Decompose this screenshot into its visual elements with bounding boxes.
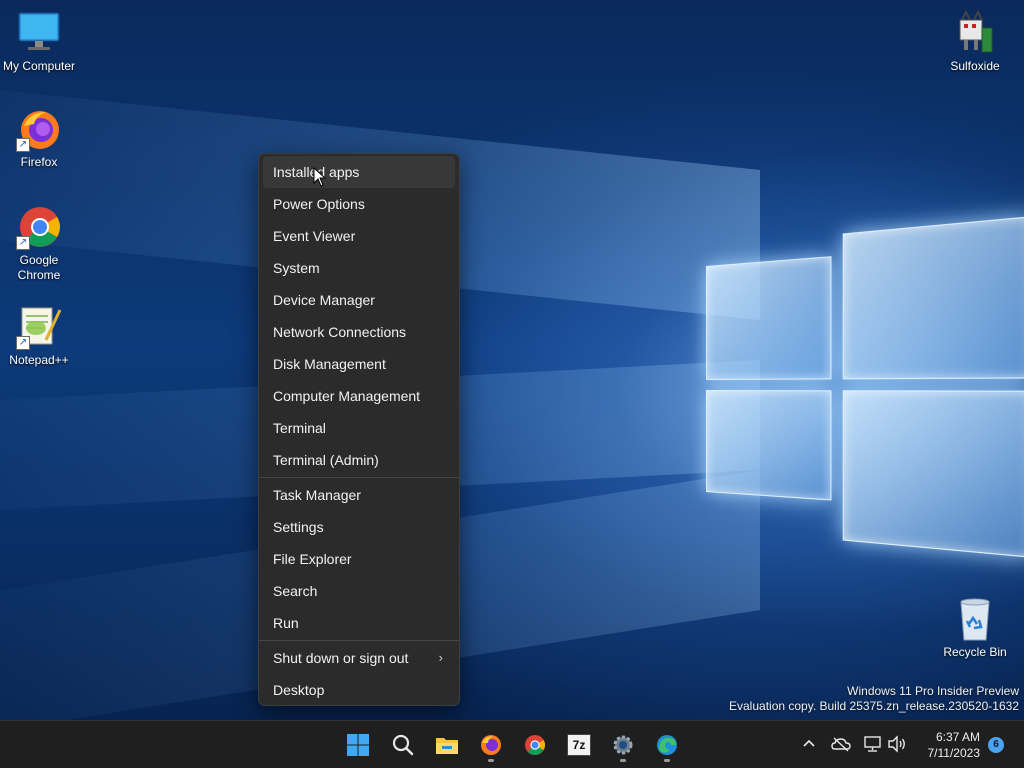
desktop-icon-label: Recycle Bin — [943, 645, 1007, 659]
menu-item-task-manager[interactable]: Task Manager — [263, 479, 455, 511]
taskbar-settings[interactable] — [605, 727, 641, 763]
menu-item-power-options[interactable]: Power Options — [263, 188, 455, 220]
taskbar-7zip[interactable]: 7z — [561, 727, 597, 763]
desktop-icon-sulfoxide[interactable]: Sulfoxide — [936, 9, 1014, 74]
desktop-icon-label: Google Chrome — [17, 253, 61, 282]
taskbar-edge[interactable] — [649, 727, 685, 763]
taskbar-chrome[interactable] — [517, 727, 553, 763]
show-hidden-icons-chevron-up-icon[interactable] — [798, 733, 820, 755]
menu-item-installed-apps[interactable]: Installed apps — [263, 156, 455, 188]
desktop-icon-label: Firefox — [20, 155, 58, 169]
menu-item-shut-down-or-sign-out[interactable]: Shut down or sign out › — [263, 642, 455, 674]
notification-count-badge[interactable]: 6 — [988, 737, 1004, 753]
wallpaper-windows-logo — [706, 215, 1024, 559]
settings-icon — [613, 735, 633, 755]
menu-separator — [259, 477, 459, 478]
volume-icon[interactable] — [886, 733, 908, 755]
recycle-bin-icon — [952, 596, 998, 642]
taskbar-search-button[interactable] — [385, 727, 421, 763]
menu-item-search[interactable]: Search — [263, 575, 455, 607]
desktop-icon-label: Sulfoxide — [950, 59, 1000, 73]
start-button[interactable] — [340, 727, 376, 763]
clock-time: 6:37 AM — [935, 730, 980, 744]
menu-item-run[interactable]: Run — [263, 607, 455, 639]
search-icon — [392, 734, 414, 756]
chrome-icon: ↗ — [16, 204, 62, 250]
menu-item-label: Shut down or sign out — [273, 650, 409, 666]
menu-item-file-explorer[interactable]: File Explorer — [263, 543, 455, 575]
desktop-icon-recycle-bin[interactable]: Recycle Bin — [936, 596, 1014, 660]
chrome-icon — [525, 735, 545, 755]
desktop-icon-label: Notepad++ — [9, 353, 69, 367]
taskbar-file-explorer[interactable] — [429, 727, 465, 763]
evaluation-watermark: Windows 11 Pro Insider Preview Evaluatio… — [729, 684, 1019, 714]
winx-context-menu: Installed apps Power Options Event Viewe… — [258, 153, 460, 706]
shortcut-arrow-icon: ↗ — [16, 138, 30, 152]
menu-item-disk-management[interactable]: Disk Management — [263, 348, 455, 380]
taskbar-clock[interactable]: 6:37 AM 7/11/2023 — [916, 729, 981, 761]
desktop-icon-firefox[interactable]: ↗ Firefox — [0, 106, 78, 170]
menu-item-terminal[interactable]: Terminal — [263, 412, 455, 444]
edge-icon — [657, 735, 677, 755]
desktop-icon-label: My Computer — [2, 59, 76, 73]
7zip-icon: 7z — [567, 734, 591, 756]
desktop-icon-my-computer[interactable]: My Computer — [0, 10, 78, 74]
menu-item-computer-management[interactable]: Computer Management — [263, 380, 455, 412]
menu-item-desktop[interactable]: Desktop — [263, 674, 455, 706]
menu-item-event-viewer[interactable]: Event Viewer — [263, 220, 455, 252]
menu-separator — [259, 640, 459, 641]
sulfoxide-icon — [952, 9, 998, 56]
desktop-icon-notepad-plus-plus[interactable]: ↗ Notepad++ — [0, 304, 78, 368]
taskbar-firefox[interactable] — [473, 727, 509, 763]
menu-item-network-connections[interactable]: Network Connections — [263, 316, 455, 348]
notepadpp-icon: ↗ — [16, 304, 62, 350]
running-indicator — [620, 759, 626, 762]
monitor-icon — [16, 10, 62, 56]
start-icon — [347, 734, 369, 756]
running-indicator — [664, 759, 670, 762]
file-explorer-icon — [436, 738, 458, 754]
running-indicator — [488, 759, 494, 762]
firefox-icon — [481, 735, 501, 755]
watermark-line-1: Windows 11 Pro Insider Preview — [847, 684, 1019, 698]
chevron-right-icon: › — [438, 650, 443, 665]
shortcut-arrow-icon: ↗ — [16, 336, 30, 350]
menu-item-settings[interactable]: Settings — [263, 511, 455, 543]
clock-date: 7/11/2023 — [927, 746, 981, 760]
network-icon[interactable] — [862, 733, 884, 755]
onedrive-offline-icon[interactable] — [830, 733, 852, 755]
menu-item-device-manager[interactable]: Device Manager — [263, 284, 455, 316]
mouse-cursor-icon — [313, 166, 327, 187]
menu-item-system[interactable]: System — [263, 252, 455, 284]
shortcut-arrow-icon: ↗ — [16, 236, 30, 250]
watermark-line-2: Evaluation copy. Build 25375.zn_release.… — [729, 699, 1019, 713]
desktop-icon-google-chrome[interactable]: ↗ Google Chrome — [0, 204, 78, 283]
firefox-icon: ↗ — [16, 106, 62, 152]
desktop[interactable]: My Computer ↗ Firefox ↗ Google Chrome ↗ … — [0, 0, 1024, 768]
taskbar: 7z 6:37 AM 7/11/2023 6 — [0, 720, 1024, 768]
menu-item-terminal-admin[interactable]: Terminal (Admin) — [263, 444, 455, 476]
